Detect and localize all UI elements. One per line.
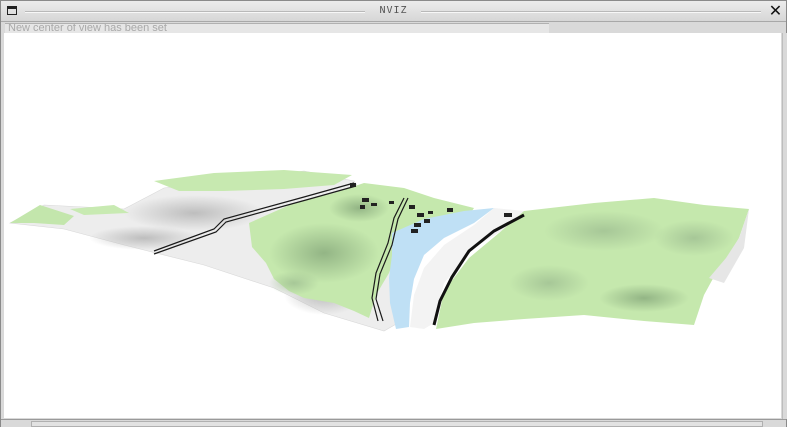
title-bar-rule-right [421,11,761,13]
horizontal-scrollbar[interactable] [31,421,763,427]
bottom-bar [1,419,786,427]
3d-view-canvas[interactable] [4,33,781,418]
nviz-window: NVIZ ✕ New center of view has been set [0,0,787,427]
right-frame-edge [782,33,787,419]
close-icon[interactable]: ✕ [768,3,783,19]
terrain-render [8,170,749,332]
title-bar[interactable]: NVIZ ✕ [1,1,786,22]
